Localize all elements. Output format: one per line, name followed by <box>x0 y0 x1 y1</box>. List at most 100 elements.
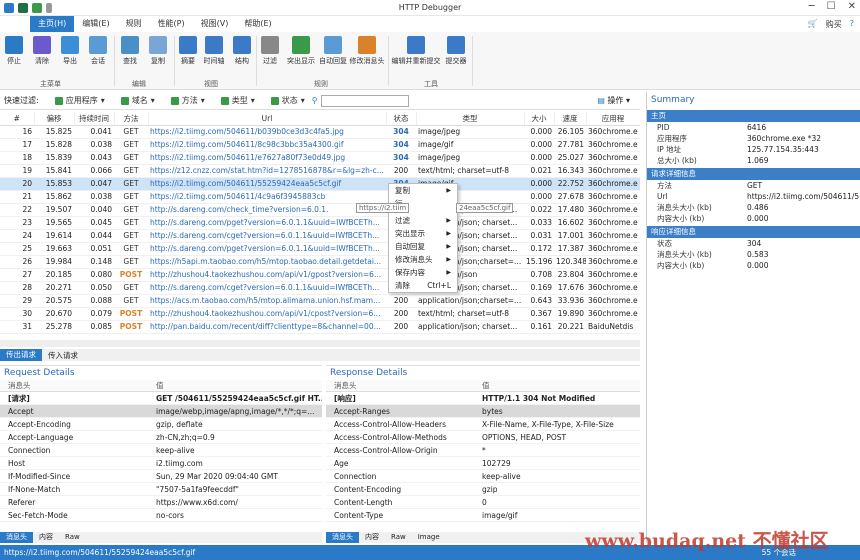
ctx-modify-headers[interactable]: 修改消息头 ▶ <box>389 253 457 266</box>
req-tab-content[interactable]: 内容 <box>33 532 59 543</box>
search-input[interactable]: ⚲ <box>312 94 409 107</box>
col-url[interactable]: Url <box>148 112 387 126</box>
resp-tab-raw[interactable]: Raw <box>385 532 412 543</box>
col-method[interactable]: 方法 <box>114 112 149 126</box>
menu-help[interactable]: 帮助(E) <box>236 16 279 32</box>
ctx-highlight[interactable]: 突出显示 ▶ <box>389 227 457 240</box>
tab-incoming[interactable]: 传入请求 <box>42 350 84 361</box>
filter-icon[interactable] <box>32 2 42 13</box>
copy-button[interactable]: 复制 <box>144 36 172 66</box>
header-row[interactable]: [请求] GET /504611/55259424eaa5c5cf.gif HT.… <box>0 392 322 405</box>
table-row[interactable]: 29 20.575 0.088 GET https://acs.m.taobao.com… <box>0 294 640 308</box>
menu-edit[interactable]: 编辑(E) <box>74 16 117 32</box>
edit-resubmit-button[interactable]: 编辑并重新提交 <box>390 36 442 66</box>
ctx-auto-reply[interactable]: 自动回复 ▶ <box>389 240 457 253</box>
summary-group-header[interactable]: 主页 <box>647 110 860 122</box>
highlight-button[interactable]: 突出显示 <box>284 36 318 66</box>
ctx-clear[interactable]: 清除 Ctrl+L <box>389 279 457 292</box>
buy-link[interactable]: 购买 <box>826 19 842 30</box>
ctx-save-content[interactable]: 保存内容 ▶ <box>389 266 457 279</box>
modify-headers-button[interactable]: 修改消息头 <box>348 36 386 66</box>
header-row[interactable]: Referer https://www.x6d.com/ <box>0 496 322 509</box>
req-tab-headers[interactable]: 消息头 <box>0 532 33 543</box>
summary-group-header[interactable]: 请求详细信息 <box>647 168 860 180</box>
col-type[interactable]: 类型 <box>416 112 525 126</box>
header-row[interactable]: Content-Length 0 <box>326 496 640 509</box>
header-row[interactable]: If-None-Match "7507-5a1fa9feecddf" <box>0 483 322 496</box>
table-row[interactable]: 19 15.841 0.066 GET https://z12.cnzz.com/sta… <box>0 164 640 178</box>
table-row[interactable]: 30 20.670 0.079 POST http://zhushou4.taokezh… <box>0 307 640 321</box>
summary-group-header[interactable]: 响应详细信息 <box>647 226 860 238</box>
resp-tab-headers[interactable]: 消息头 <box>326 532 359 543</box>
submitter-button[interactable]: 提交器 <box>442 36 470 66</box>
structure-button[interactable]: 结构 <box>228 36 256 66</box>
header-row[interactable]: Access-Control-Allow-Origin * <box>326 444 640 457</box>
header-row[interactable]: Sec-Fetch-Mode no-cors <box>0 509 322 522</box>
header-row[interactable]: Connection keep-alive <box>326 470 640 483</box>
table-row[interactable]: 23 19.565 0.045 GET http://s.dareng.com/pget… <box>0 216 640 230</box>
filter-domain-dropdown[interactable]: 域名 ▾ <box>120 95 155 106</box>
minimize-button[interactable]: ─ <box>809 1 815 12</box>
app-menu-icon[interactable] <box>0 16 30 32</box>
maximize-button[interactable]: ☐ <box>827 1 836 12</box>
excel-icon[interactable] <box>18 2 28 13</box>
menu-performance[interactable]: 性能(P) <box>150 16 193 32</box>
operations-dropdown[interactable]: ▤ 操作 ▾ <box>597 95 630 106</box>
stop-button[interactable]: 停止 <box>0 36 28 66</box>
filter-method-dropdown[interactable]: 方法 ▾ <box>170 95 205 106</box>
col-speed[interactable]: 速度 <box>554 112 587 126</box>
header-row[interactable]: Accept-Language zh-CN,zh;q=0.9 <box>0 431 322 444</box>
table-row[interactable]: 21 15.862 0.038 GET https://i2.tiimg.com/504… <box>0 190 640 204</box>
menu-home[interactable]: 主页(H) <box>30 16 75 32</box>
col-duration[interactable]: 持续时间 <box>74 112 115 126</box>
req-tab-raw[interactable]: Raw <box>59 532 86 543</box>
clear-button[interactable]: 清除 <box>28 36 56 66</box>
table-row[interactable]: 31 25.278 0.085 POST http://pan.baidu.com/re… <box>0 320 640 334</box>
resp-tab-content[interactable]: 内容 <box>359 532 385 543</box>
col-size[interactable]: 大小 <box>524 112 555 126</box>
table-row[interactable]: 17 15.828 0.038 GET https://i2.tiimg.com/504… <box>0 138 640 152</box>
menu-rules[interactable]: 规则 <box>118 16 150 32</box>
menu-view[interactable]: 视图(V) <box>193 16 237 32</box>
header-row[interactable]: Accept-Ranges bytes <box>326 405 640 418</box>
resp-tab-image[interactable]: Image <box>412 532 446 543</box>
filter-button[interactable]: 过滤 <box>256 36 284 66</box>
table-row[interactable]: 24 19.614 0.044 GET http://s.dareng.com/cget… <box>0 229 640 243</box>
table-row[interactable]: 22 19.507 0.040 GET http://s.dareng.com/chec… <box>0 203 640 217</box>
close-button[interactable]: ✕ <box>848 1 856 12</box>
col-status[interactable]: 状态 <box>386 112 417 126</box>
export-button[interactable]: 导出 <box>56 36 84 66</box>
col-offset[interactable]: 偏移 <box>34 112 75 126</box>
header-row[interactable]: Accept image/webp,image/apng,image/*,*/*;… <box>0 405 322 418</box>
header-row[interactable]: If-Modified-Since Sun, 29 Mar 2020 09:04:… <box>0 470 322 483</box>
header-row[interactable]: [响应] HTTP/1.1 304 Not Modified <box>326 392 640 405</box>
cart-icon[interactable]: 🛒 <box>808 19 818 30</box>
table-row[interactable]: 26 19.984 0.148 GET https://h5api.m.taobao.c… <box>0 255 640 269</box>
header-row[interactable]: Content-Encoding gzip <box>326 483 640 496</box>
header-row[interactable]: Access-Control-Allow-Methods OPTIONS, HEA… <box>326 431 640 444</box>
tab-outgoing[interactable]: 传出请求 <box>0 349 42 361</box>
header-row[interactable]: Age 102729 <box>326 457 640 470</box>
header-row[interactable]: Host i2.tiimg.com <box>0 457 322 470</box>
session-button[interactable]: 会话 <box>84 36 112 66</box>
grid-hscrollbar[interactable] <box>0 340 640 347</box>
auto-reply-button[interactable]: 自动回复 <box>316 36 350 66</box>
help-icon[interactable]: ? <box>850 19 854 30</box>
table-row[interactable]: 28 20.271 0.050 GET http://s.dareng.com/cget… <box>0 281 640 295</box>
dropdown-icon[interactable] <box>46 2 52 13</box>
ctx-copy[interactable]: 复制 ▶ <box>389 184 457 197</box>
table-row[interactable]: 18 15.839 0.043 GET https://i2.tiimg.com/504… <box>0 151 640 165</box>
table-row[interactable]: 20 15.853 0.047 GET https://i2.tiimg.com/504… <box>0 177 640 191</box>
find-button[interactable]: 查找 <box>116 36 144 66</box>
header-row[interactable]: Content-Type image/gif <box>326 509 640 522</box>
timeline-button[interactable]: 时间轴 <box>200 36 228 66</box>
header-row[interactable]: Accept-Encoding gzip, deflate <box>0 418 322 431</box>
header-row[interactable]: Connection keep-alive <box>0 444 322 457</box>
col-index[interactable]: # <box>0 112 35 126</box>
col-app[interactable]: 应用程 <box>586 112 640 126</box>
ctx-filter[interactable]: 过滤 ▶ <box>389 214 457 227</box>
filter-app-dropdown[interactable]: 应用程序 ▾ <box>54 95 105 106</box>
filter-status-dropdown[interactable]: 状态 ▾ <box>270 95 305 106</box>
table-row[interactable]: 27 20.185 0.080 POST http://zhushou4.taokezh… <box>0 268 640 282</box>
table-row[interactable]: 25 19.663 0.051 GET http://s.dareng.com/pget… <box>0 242 640 256</box>
